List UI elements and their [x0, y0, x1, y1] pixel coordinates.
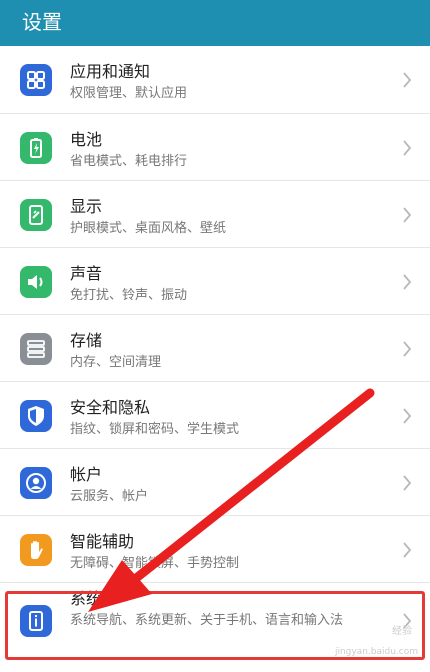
- item-subtitle: 免打扰、铃声、振动: [70, 288, 188, 303]
- item-subtitle: 无障碍、智能锁屏、手势控制: [70, 556, 240, 571]
- shield-icon: [20, 400, 52, 432]
- chevron-right-icon: [402, 408, 412, 424]
- chevron-right-icon: [402, 207, 412, 223]
- page-title: 设置: [22, 10, 62, 34]
- system-info-icon: [20, 605, 52, 637]
- settings-item-apps-notifications[interactable]: 应用和通知 权限管理、默认应用: [0, 46, 430, 113]
- watermark-text: 经验: [392, 626, 412, 637]
- chevron-right-icon: [402, 140, 412, 156]
- item-subtitle: 护眼模式、桌面风格、壁纸: [70, 221, 227, 236]
- item-subtitle: 指纹、锁屏和密码、学生模式: [70, 422, 240, 437]
- item-title: 显示: [70, 197, 103, 216]
- account-icon: [20, 467, 52, 499]
- settings-item-sound[interactable]: 声音 免打扰、铃声、振动: [0, 247, 430, 314]
- settings-item-storage[interactable]: 存储 内存、空间清理: [0, 314, 430, 381]
- item-title: 电池: [70, 130, 103, 149]
- display-icon: [20, 199, 52, 231]
- item-title: 帐户: [70, 465, 103, 484]
- item-title: 存储: [70, 331, 103, 350]
- storage-icon: [20, 333, 52, 365]
- item-title: 声音: [70, 264, 103, 283]
- settings-item-security-privacy[interactable]: 安全和隐私 指纹、锁屏和密码、学生模式: [0, 381, 430, 448]
- settings-item-battery[interactable]: 电池 省电模式、耗电排行: [0, 113, 430, 180]
- sound-icon: [20, 266, 52, 298]
- settings-item-display[interactable]: 显示 护眼模式、桌面风格、壁纸: [0, 180, 430, 247]
- settings-item-accounts[interactable]: 帐户 云服务、帐户: [0, 448, 430, 515]
- item-subtitle: 云服务、帐户: [70, 489, 149, 504]
- item-subtitle: 系统导航、系统更新、关于手机、语言和输入法: [70, 613, 344, 628]
- item-subtitle: 权限管理、默认应用: [70, 86, 188, 101]
- chevron-right-icon: [402, 274, 412, 290]
- item-subtitle: 省电模式、耗电排行: [70, 154, 188, 169]
- settings-item-smart-assist[interactable]: 智能辅助 无障碍、智能锁屏、手势控制: [0, 515, 430, 582]
- chevron-right-icon: [402, 542, 412, 558]
- watermark-url: jingyan.baidu.com: [334, 647, 418, 657]
- item-title: 系统: [70, 589, 103, 608]
- item-title: 智能辅助: [70, 532, 135, 551]
- settings-item-system[interactable]: 系统 系统导航、系统更新、关于手机、语言和输入法: [0, 582, 430, 672]
- item-subtitle: 内存、空间清理: [70, 355, 162, 370]
- battery-icon: [20, 132, 52, 164]
- item-title: 安全和隐私: [70, 398, 151, 417]
- chevron-right-icon: [402, 341, 412, 357]
- apps-icon: [20, 64, 52, 96]
- item-title: 应用和通知: [70, 62, 151, 81]
- chevron-right-icon: [402, 72, 412, 88]
- hand-icon: [20, 534, 52, 566]
- settings-list: 应用和通知 权限管理、默认应用 电池 省电模式、耗电排行 显示 护眼模式、桌面风…: [0, 46, 430, 672]
- app-header: 设置: [0, 0, 430, 46]
- chevron-right-icon: [402, 475, 412, 491]
